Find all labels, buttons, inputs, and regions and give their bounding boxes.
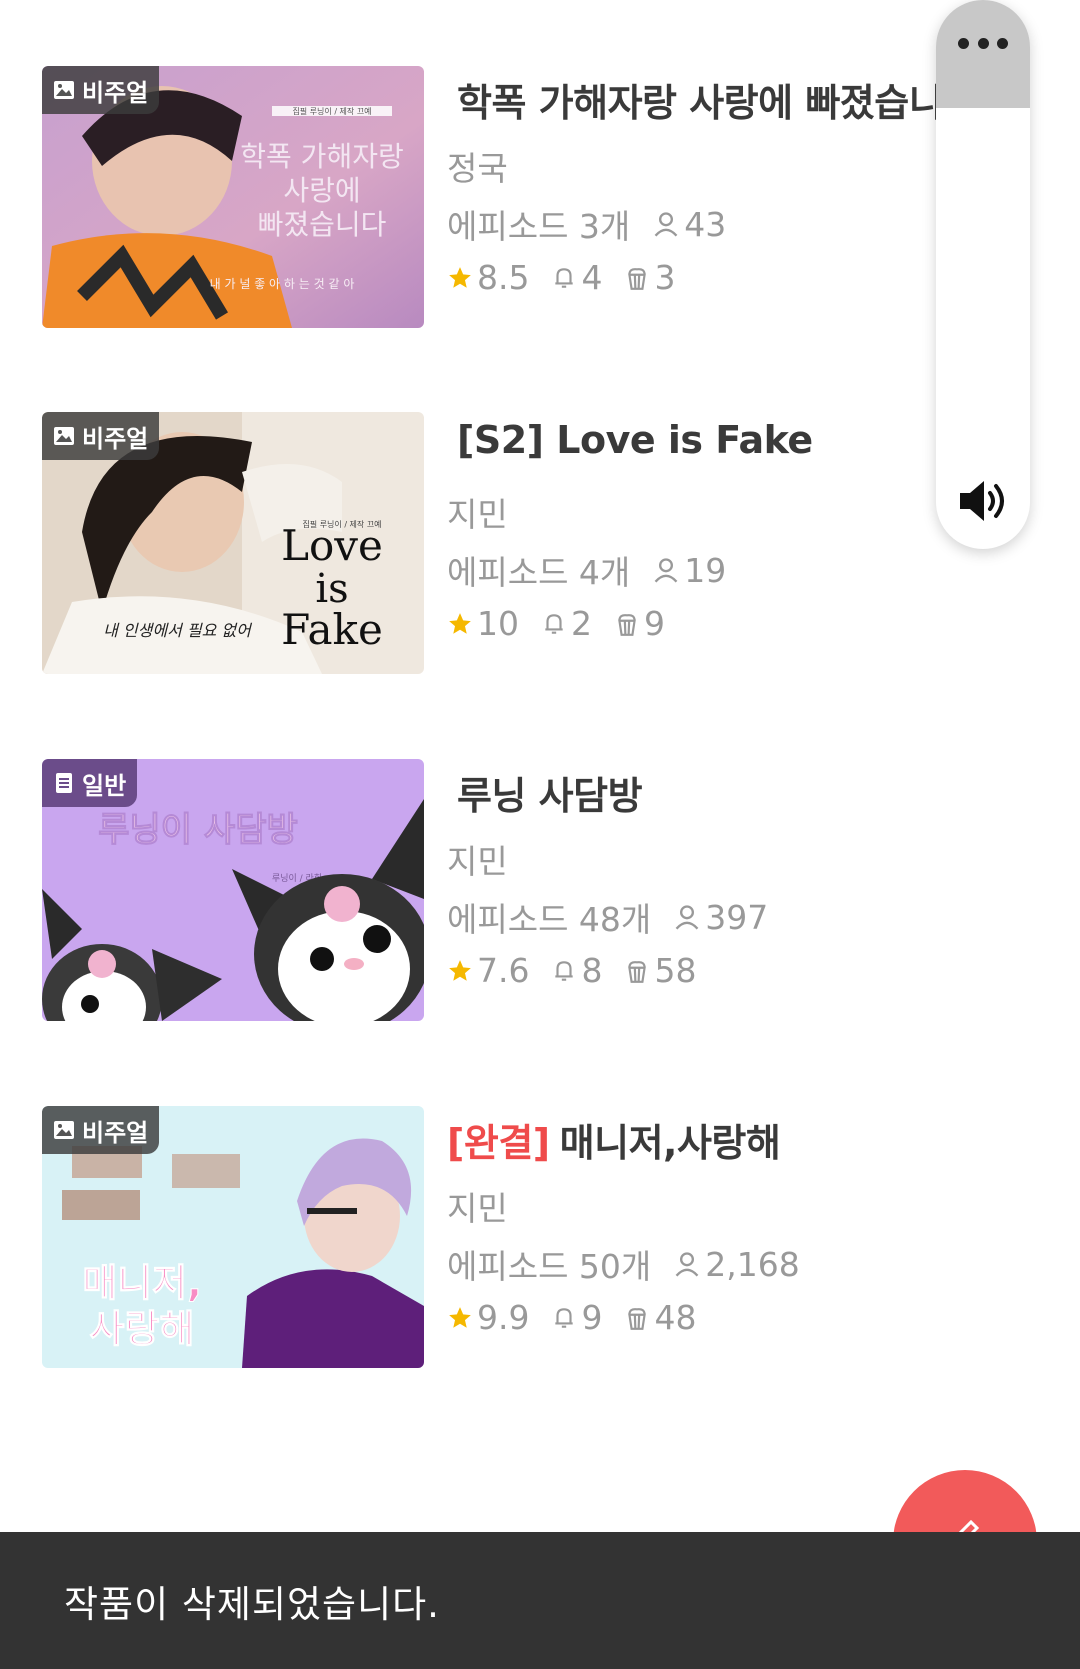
toast-message: 작품이 삭제되었습니다. [64,1583,440,1626]
toast-snackbar: 작품이 삭제되었습니다. [0,1532,1080,1669]
bell-icon [555,1307,574,1328]
subscriber-count: 9 [581,1298,603,1337]
episode-count: 에피소드 48개 [447,900,652,939]
rating-value: 7.6 [477,951,530,990]
gift-count: 9 [644,604,665,643]
reader-count: 2,168 [705,1244,800,1284]
rating-value: 9.9 [477,1298,530,1337]
work-stats: 10 2 9 [447,604,687,643]
work-stats: 8.5 4 3 [447,258,697,297]
cover-line-1: 매니저, [82,1261,201,1305]
work-title[interactable]: 루닝 사담방 [447,765,643,820]
gift-count: 48 [654,1298,697,1337]
subscriber-count: 2 [571,604,592,643]
popcorn-icon [628,1307,647,1330]
work-meta: 에피소드 4개 19 [447,546,726,594]
star-icon [449,1306,471,1328]
type-badge: 일반 [42,759,138,807]
work-cover[interactable]: 매니저, 사랑해 비주얼 [42,1106,424,1368]
bell-icon [545,613,563,634]
subscriber-count: 8 [581,951,603,990]
work-title[interactable]: [완결] 매니저,사랑해 [447,1112,781,1167]
cover-line-1: Love [281,521,383,570]
star-icon [449,266,471,288]
bell-icon [555,267,574,288]
type-badge-label: 비주얼 [82,1118,149,1147]
type-badge: 비주얼 [42,1106,160,1154]
work-item[interactable]: 집필 루닝이 / 제작 끄예 학폭 가해자랑 사랑에 빠졌습니다 내 가 널 좋… [42,66,1042,328]
cover-line-1: 루닝이 사담방 [98,810,298,850]
person-icon [675,905,699,930]
episode-count: 에피소드 4개 [447,553,631,592]
reader-count: 397 [705,897,769,937]
volume-side-panel[interactable] [936,0,1030,549]
image-icon [54,1121,74,1139]
cover-footer: 내 가 널 좋 아 하 는 것 같 아 [210,277,355,291]
cover-line-3: Fake [281,605,383,654]
work-tag: [완결] [447,1121,550,1165]
person-icon [654,558,678,583]
star-icon [449,959,471,981]
cover-small-line: 집필 루닝이 / 제작 끄예 [292,106,371,116]
rating-value: 8.5 [477,258,530,297]
episode-count: 에피소드 3개 [447,207,631,246]
work-meta: 에피소드 50개 2,168 [447,1240,800,1288]
more-dots-icon [958,38,1008,50]
document-icon [56,773,72,793]
work-stats: 7.6 8 58 [447,951,718,990]
work-title[interactable]: [S2] Love is Fake [447,418,813,462]
type-badge: 비주얼 [42,412,160,460]
person-icon [654,212,678,237]
work-title-text: 학폭 가해자랑 사랑에 빠졌습니다 [457,81,978,125]
image-icon [54,427,74,445]
work-title-text: 루닝 사담방 [457,774,643,818]
subscriber-count: 4 [581,258,603,297]
work-item[interactable]: 루닝이 사담방 루닝이 / 라희 일반 루닝 사담방 지민 에피소드 48개 3… [42,759,1042,1021]
work-item[interactable]: 매니저, 사랑해 비주얼 [완결] 매니저,사랑해 지민 에피소드 50개 2,… [42,1106,1042,1368]
panel-menu-button[interactable] [936,0,1030,108]
image-icon [54,81,74,99]
work-author: 지민 [447,495,508,534]
screen: 집필 루닝이 / 제작 끄예 학폭 가해자랑 사랑에 빠졌습니다 내 가 널 좋… [0,0,1080,1669]
work-author: 지민 [447,1189,508,1228]
cover-line-1: 학폭 가해자랑 [240,140,403,173]
episode-count: 에피소드 50개 [447,1247,652,1286]
work-author: 지민 [447,842,508,881]
reader-count: 43 [684,204,727,244]
cover-line-3: 빠졌습니다 [258,208,387,241]
bell-icon [555,960,574,981]
type-badge-label: 비주얼 [82,78,149,107]
type-badge-label: 일반 [82,771,127,800]
rating-value: 10 [477,604,519,643]
star-icon [449,612,471,634]
work-author: 정국 [447,149,508,188]
reader-count: 19 [684,550,727,590]
person-icon [675,1252,699,1277]
work-stats: 9.9 9 48 [447,1298,718,1337]
work-meta: 에피소드 48개 397 [447,893,768,941]
work-title-text: 매니저,사랑해 [559,1121,781,1165]
cover-line-2: 사랑에 [283,174,360,207]
speaker-icon[interactable] [958,478,1010,524]
cover-line-2: 사랑해 [90,1307,195,1351]
work-title-text: [S2] Love is Fake [457,418,813,462]
popcorn-icon [628,267,647,290]
gift-count: 58 [654,951,697,990]
type-badge-label: 비주얼 [82,424,149,453]
work-cover[interactable]: 집필 루닝이 / 제작 끄예 학폭 가해자랑 사랑에 빠졌습니다 내 가 널 좋… [42,66,424,328]
work-item[interactable]: 집필 루닝이 / 제작 끄예 Love is Fake 내 인생에서 필요 없어… [42,412,1042,674]
popcorn-icon [618,613,636,636]
gift-count: 3 [654,258,676,297]
work-cover[interactable]: 집필 루닝이 / 제작 끄예 Love is Fake 내 인생에서 필요 없어… [42,412,424,674]
popcorn-icon [628,960,647,983]
work-title[interactable]: 학폭 가해자랑 사랑에 빠졌습니다 [447,72,980,127]
cover-footer: 내 인생에서 필요 없어 [103,621,253,640]
work-cover[interactable]: 루닝이 사담방 루닝이 / 라희 일반 [42,759,424,1021]
work-meta: 에피소드 3개 43 [447,200,726,248]
type-badge: 비주얼 [42,66,160,114]
